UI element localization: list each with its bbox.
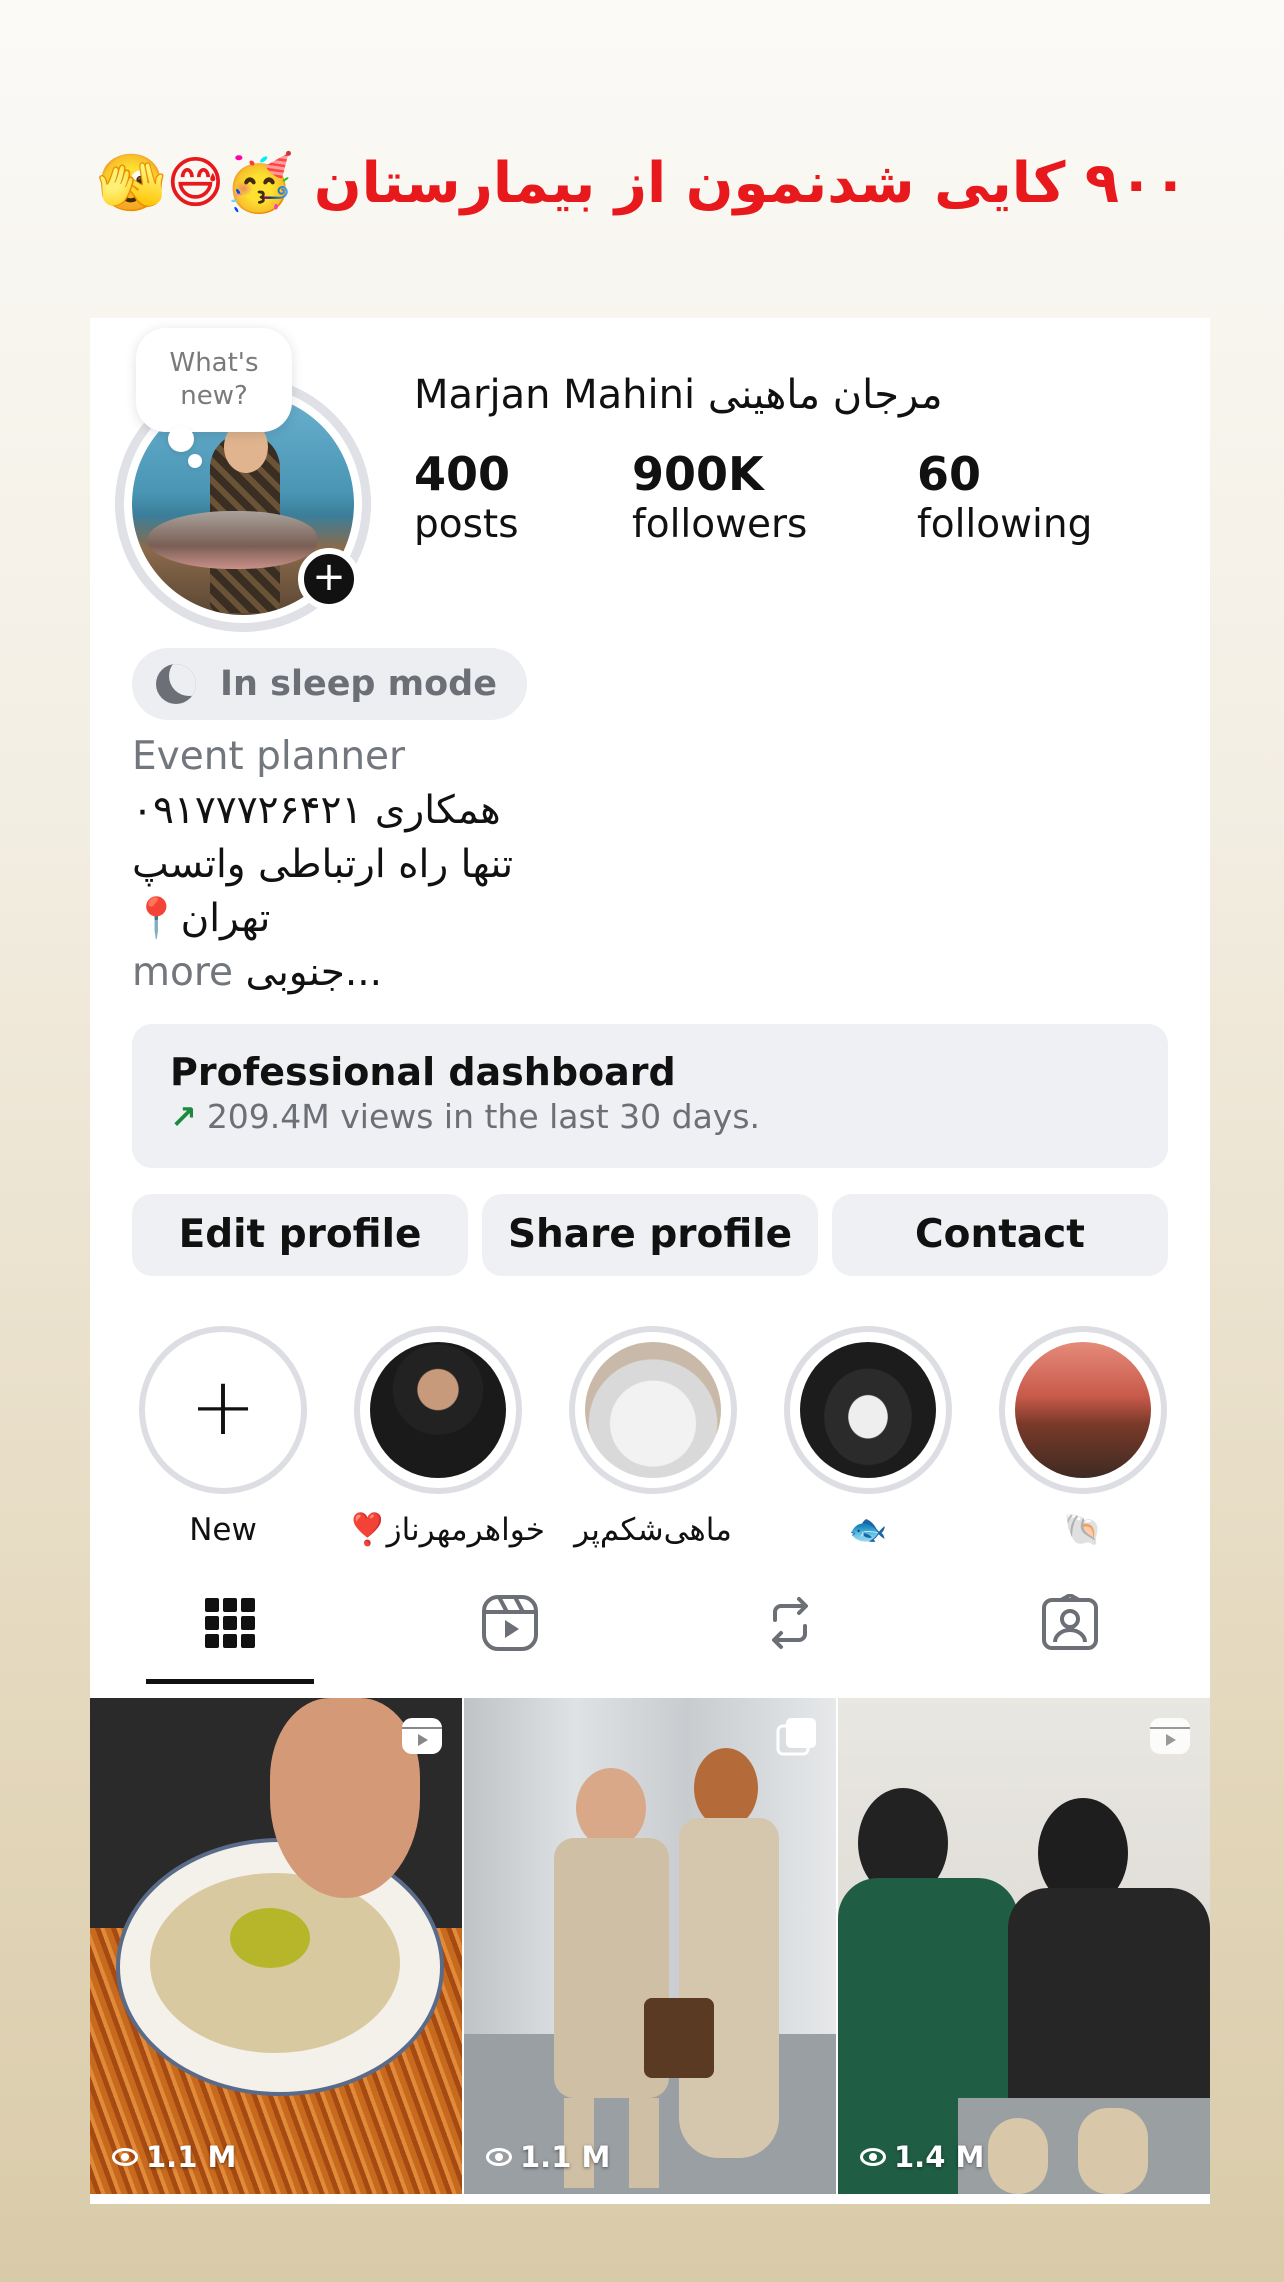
stat-following-value: 60 — [917, 447, 982, 501]
bio-category: Event planner — [132, 734, 406, 779]
stat-followers[interactable]: 900K followers — [632, 448, 807, 550]
highlight-label: ماهی‌شکم‌پر — [574, 1512, 732, 1548]
share-profile-button[interactable]: Share profile — [482, 1194, 818, 1276]
bio-line: تنها راه ارتباطی واتسپ — [132, 842, 514, 887]
reel-icon — [1150, 1718, 1190, 1754]
note-bubble[interactable]: What's new? — [136, 328, 292, 432]
add-story-plus-icon[interactable]: + — [298, 548, 360, 610]
eye-icon — [860, 2148, 886, 2166]
post-views-count: 1.1 M — [520, 2140, 611, 2174]
carousel-icon — [776, 1718, 816, 1756]
posts-grid: 1.1 M 1.1 M 1.4 M — [90, 1698, 1210, 2194]
highlight-item[interactable]: 🐟 — [778, 1326, 958, 1550]
highlight-label: 🐟 — [848, 1512, 888, 1548]
note-text: What's new? — [169, 348, 259, 411]
reposts-icon — [772, 1597, 808, 1649]
highlight-item[interactable]: ماهی‌شکم‌پر — [563, 1326, 743, 1550]
story-caption: ۹۰۰ کایی شدنمون از بیمارستان 🥳😅🫣 — [96, 151, 1188, 216]
post-thumbnail[interactable]: 1.1 M — [464, 1698, 836, 2194]
post-views: 1.1 M — [486, 2140, 610, 2174]
highlight-cover — [800, 1342, 936, 1478]
eye-icon — [112, 2148, 138, 2166]
stat-followers-value: 900K — [632, 447, 764, 501]
moon-icon — [156, 664, 196, 704]
post-views: 1.4 M — [860, 2140, 984, 2174]
stat-posts[interactable]: 400 posts — [414, 448, 519, 550]
trending-up-icon: ↗ — [170, 1098, 197, 1136]
highlight-cover — [585, 1342, 721, 1478]
note-bubble-tail-small — [188, 454, 202, 468]
profile-card: + What's new? Marjan Mahini مرجان ماهینی… — [90, 318, 1210, 2204]
profile-tabs — [90, 1558, 1210, 1688]
profile-name: Marjan Mahini مرجان ماهینی — [414, 372, 943, 418]
tab-tagged[interactable] — [930, 1558, 1210, 1688]
tab-reposts[interactable] — [650, 1558, 930, 1688]
bio-more-link[interactable]: more — [132, 950, 233, 995]
stat-posts-value: 400 — [414, 447, 511, 501]
reel-icon — [402, 1718, 442, 1754]
plus-icon: + — [189, 1360, 257, 1453]
highlight-label: New — [189, 1512, 257, 1548]
bio-line-text: جنوبی... — [245, 950, 383, 995]
active-tab-indicator — [146, 1679, 314, 1684]
tagged-icon — [1042, 1594, 1098, 1650]
highlight-item[interactable]: ❣️خواهرمهرناز — [348, 1326, 545, 1550]
dashboard-title: Professional dashboard — [170, 1050, 676, 1094]
contact-button[interactable]: Contact — [832, 1194, 1168, 1276]
highlight-new[interactable]: + New — [133, 1326, 313, 1550]
highlight-item[interactable]: 🐚 — [993, 1326, 1173, 1550]
tab-reels[interactable] — [370, 1558, 650, 1688]
highlight-cover — [1015, 1342, 1151, 1478]
sleep-mode-label: In sleep mode — [220, 664, 497, 704]
highlight-cover — [370, 1342, 506, 1478]
post-thumbnail[interactable]: 1.4 M — [838, 1698, 1210, 2194]
post-views: 1.1 M — [112, 2140, 236, 2174]
edit-profile-button[interactable]: Edit profile — [132, 1194, 468, 1276]
grid-icon — [205, 1598, 255, 1648]
stat-followers-label: followers — [632, 502, 808, 547]
highlight-label: ❣️خواهرمهرناز — [348, 1512, 545, 1548]
note-bubble-tail — [168, 426, 194, 452]
sleep-mode-status[interactable]: In sleep mode — [132, 648, 527, 720]
stat-following-label: following — [917, 502, 1093, 547]
bio-line: 📍تهران — [132, 896, 271, 941]
bio-line: ۰۹۱۷۷۷۲۶۴۲۱ همکاری — [132, 788, 501, 833]
dashboard-subtitle: ↗ 209.4M views in the last 30 days. — [170, 1094, 1130, 1140]
professional-dashboard[interactable]: Professional dashboard ↗ 209.4M views in … — [132, 1024, 1168, 1168]
bio-line-last[interactable]: more جنوبی... — [132, 946, 382, 1000]
reels-icon — [482, 1595, 538, 1651]
highlight-label: 🐚 — [1063, 1512, 1103, 1548]
dashboard-views-text: 209.4M views in the last 30 days. — [206, 1097, 761, 1136]
stat-posts-label: posts — [414, 502, 519, 547]
eye-icon — [486, 2148, 512, 2166]
post-views-count: 1.1 M — [146, 2140, 237, 2174]
tab-posts-grid[interactable] — [90, 1558, 370, 1688]
post-thumbnail[interactable]: 1.1 M — [90, 1698, 462, 2194]
post-views-count: 1.4 M — [894, 2140, 985, 2174]
stat-following[interactable]: 60 following — [917, 448, 1092, 550]
